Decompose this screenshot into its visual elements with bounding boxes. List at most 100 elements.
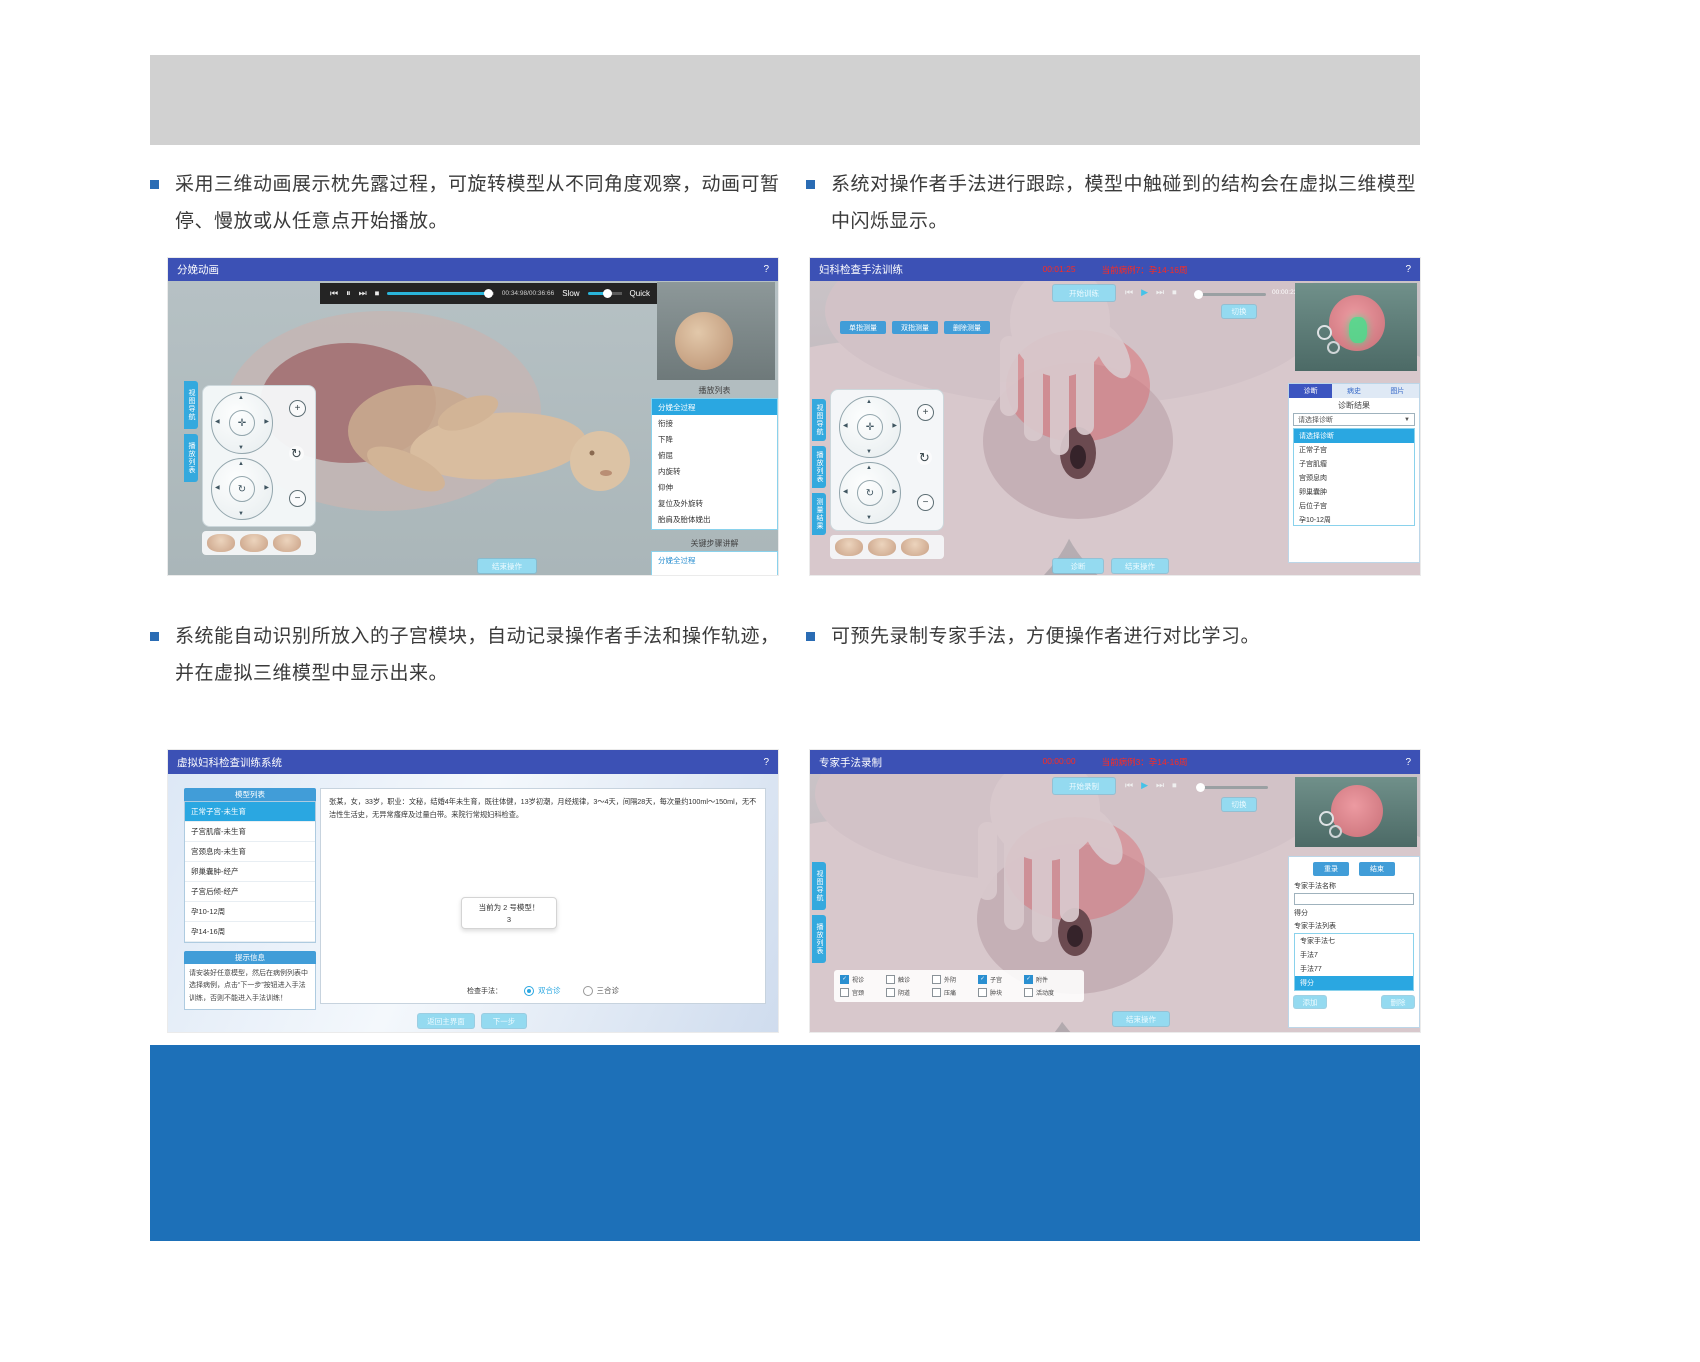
- model-list-item[interactable]: 子宫肌瘤-未生育: [185, 822, 315, 842]
- zoom-in-button[interactable]: +: [917, 404, 934, 421]
- end-operation-button[interactable]: 结束操作: [1112, 559, 1168, 573]
- tab-measure-results[interactable]: 测量结果: [812, 493, 826, 535]
- skip-back-icon[interactable]: ⏮: [330, 289, 338, 298]
- skip-forward-icon[interactable]: ⏭: [1156, 781, 1164, 790]
- playlist-item[interactable]: 衔接: [652, 415, 777, 431]
- diagnosis-option[interactable]: 孕10-12周: [1294, 513, 1414, 526]
- switch-view-button[interactable]: 切换: [1222, 798, 1256, 811]
- skip-back-icon[interactable]: ⏮: [1125, 288, 1133, 297]
- single-finger-measure-button[interactable]: 单指测量: [840, 321, 886, 334]
- organ-mini-view[interactable]: [1295, 283, 1417, 371]
- skip-back-icon[interactable]: ⏮: [1125, 781, 1133, 790]
- model-thumb-3[interactable]: [901, 538, 929, 556]
- playlist-item[interactable]: 俯屈: [652, 447, 777, 463]
- record-progress-slider[interactable]: [1194, 293, 1266, 296]
- switch-view-button[interactable]: 切换: [1222, 305, 1256, 318]
- playlist-item[interactable]: 仰伸: [652, 479, 777, 495]
- tab-playlist[interactable]: 播放列表: [812, 446, 826, 488]
- checkbox-item[interactable]: ✓ 附件: [1024, 975, 1068, 984]
- checkbox-item[interactable]: ✓ 压痛: [932, 988, 976, 997]
- model-thumb-1[interactable]: [835, 538, 863, 556]
- checkbox-item[interactable]: ✓ 子宫: [978, 975, 1022, 984]
- skip-forward-icon[interactable]: ⏭: [359, 289, 367, 298]
- rotate-center-icon[interactable]: ↻: [229, 476, 255, 502]
- start-recording-button[interactable]: 开始录制: [1053, 778, 1115, 794]
- diagnosis-option[interactable]: 子宫肌瘤: [1294, 457, 1414, 471]
- finish-button[interactable]: 结束: [1359, 862, 1395, 876]
- back-button[interactable]: 返回主界面: [418, 1014, 474, 1028]
- checkbox-item[interactable]: ✓ 视诊: [840, 975, 884, 984]
- playlist-item[interactable]: 复位及外旋转: [652, 495, 777, 511]
- tab-view-navigation[interactable]: 视图导航: [812, 862, 826, 910]
- play-icon[interactable]: ▶: [1141, 781, 1148, 790]
- checkbox-item[interactable]: ✓ 触诊: [886, 975, 930, 984]
- pan-dpad[interactable]: ▲▼ ◀▶ ✛: [839, 396, 901, 458]
- help-icon[interactable]: ?: [763, 757, 769, 768]
- tab-view-navigation[interactable]: 视图导航: [812, 399, 826, 441]
- rotate-dpad[interactable]: ▲▼ ◀▶ ↻: [839, 462, 901, 524]
- diagnosis-option[interactable]: 后位子宫: [1294, 499, 1414, 513]
- speed-slider[interactable]: [588, 292, 622, 295]
- result-tab[interactable]: 诊断: [1289, 384, 1332, 398]
- tab-playlist[interactable]: 播放列表: [812, 915, 826, 963]
- reset-rotate-button[interactable]: ↻: [289, 446, 304, 461]
- next-step-button[interactable]: 下一步: [482, 1014, 526, 1028]
- fetus-head-mini-view[interactable]: [657, 282, 775, 380]
- model-list-item[interactable]: 孕14-16周: [185, 922, 315, 942]
- pan-center-icon[interactable]: ✛: [857, 414, 883, 440]
- technique-item[interactable]: 专家手法七: [1295, 934, 1413, 948]
- help-icon[interactable]: ?: [1405, 757, 1411, 768]
- playlist-item[interactable]: 胎肩及胎体娩出: [652, 511, 777, 527]
- diagnosis-option[interactable]: 宫颈息肉: [1294, 471, 1414, 485]
- model-thumb-3[interactable]: [273, 534, 301, 552]
- end-operation-button[interactable]: 结束操作: [478, 559, 536, 573]
- radio-bimanual[interactable]: 双合诊: [524, 985, 561, 996]
- model-list-item[interactable]: 卵巢囊肿-经产: [185, 862, 315, 882]
- checkbox-item[interactable]: ✓ 活动度: [1024, 988, 1068, 997]
- pan-center-icon[interactable]: ✛: [229, 410, 255, 436]
- radio-trimanual[interactable]: 三合诊: [583, 985, 620, 996]
- diagnosis-option[interactable]: 正常子宫: [1294, 443, 1414, 457]
- record-progress-slider[interactable]: [1196, 786, 1268, 789]
- diagnosis-dropdown[interactable]: 请选择诊断 ▼: [1293, 413, 1415, 426]
- result-tab[interactable]: 图片: [1376, 384, 1419, 398]
- tab-playlist[interactable]: 播放列表: [184, 434, 198, 482]
- help-icon[interactable]: ?: [763, 264, 769, 275]
- tab-view-navigation[interactable]: 视图导航: [184, 381, 198, 429]
- start-training-button[interactable]: 开始训练: [1053, 285, 1115, 301]
- progress-slider[interactable]: [387, 292, 494, 295]
- model-list-item[interactable]: 宫颈息肉-未生育: [185, 842, 315, 862]
- rotate-center-icon[interactable]: ↻: [857, 480, 883, 506]
- delete-measure-button[interactable]: 删除测量: [944, 321, 990, 334]
- double-finger-measure-button[interactable]: 双指测量: [892, 321, 938, 334]
- add-button[interactable]: 添加: [1294, 996, 1326, 1008]
- checkbox-item[interactable]: ✓ 外阴: [932, 975, 976, 984]
- organ-mini-view[interactable]: [1295, 777, 1417, 847]
- playlist-item[interactable]: 内旋转: [652, 463, 777, 479]
- model-list-item[interactable]: 子宫后倾-经产: [185, 882, 315, 902]
- pause-icon[interactable]: ⏸: [346, 289, 351, 298]
- diagnosis-option[interactable]: 请选择诊断: [1294, 429, 1414, 443]
- pan-dpad[interactable]: ▲▼ ◀▶ ✛: [211, 392, 273, 454]
- delete-button[interactable]: 删除: [1382, 996, 1414, 1008]
- model-thumb-1[interactable]: [207, 534, 235, 552]
- technique-item[interactable]: 得分: [1295, 976, 1413, 990]
- skip-forward-icon[interactable]: ⏭: [1156, 288, 1164, 297]
- model-thumb-2[interactable]: [240, 534, 268, 552]
- rotate-dpad[interactable]: ▲▼ ◀▶ ↻: [211, 458, 273, 520]
- stop-icon[interactable]: ⏹: [1172, 288, 1177, 297]
- play-icon[interactable]: ▶: [1141, 288, 1148, 297]
- zoom-in-button[interactable]: +: [289, 400, 306, 417]
- technique-item[interactable]: 手法7: [1295, 948, 1413, 962]
- checkbox-item[interactable]: ✓ 宫颈: [840, 988, 884, 997]
- diagnose-button[interactable]: 诊断: [1053, 559, 1103, 573]
- diagnosis-option[interactable]: 卵巢囊肿: [1294, 485, 1414, 499]
- checkbox-item[interactable]: ✓ 肿块: [978, 988, 1022, 997]
- help-icon[interactable]: ?: [1405, 264, 1411, 275]
- zoom-out-button[interactable]: −: [917, 494, 934, 511]
- result-tab[interactable]: 病史: [1332, 384, 1375, 398]
- model-thumb-2[interactable]: [868, 538, 896, 556]
- model-list-item[interactable]: 孕10-12周: [185, 902, 315, 922]
- reset-rotate-button[interactable]: ↻: [917, 450, 932, 465]
- stop-icon[interactable]: ⏹: [375, 289, 380, 298]
